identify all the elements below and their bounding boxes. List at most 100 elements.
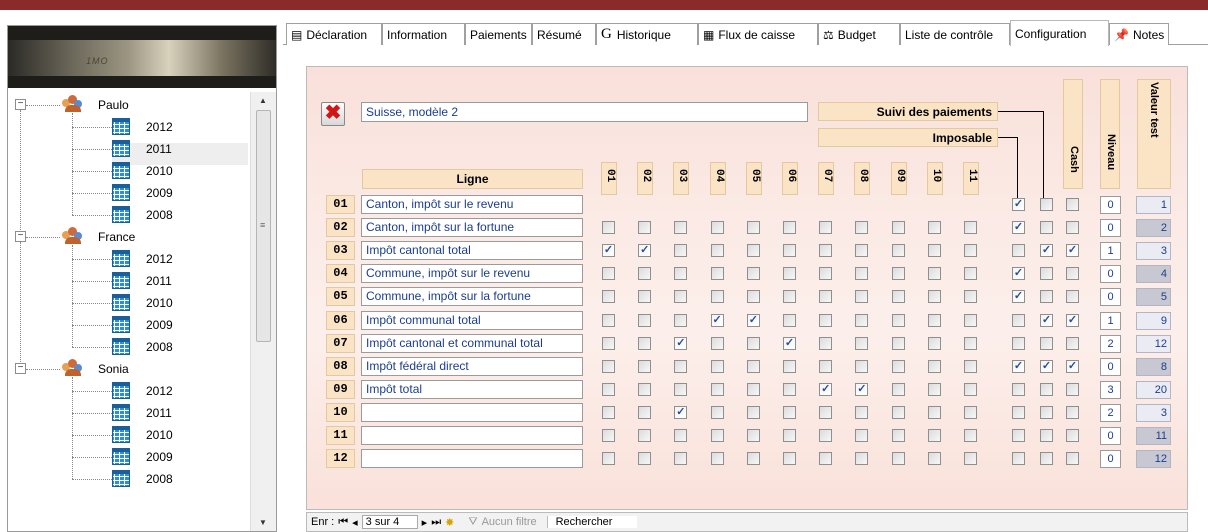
- column-checkbox[interactable]: [964, 429, 977, 442]
- niveau-field[interactable]: 3: [1100, 380, 1121, 399]
- suivi-checkbox[interactable]: [1040, 382, 1053, 396]
- column-checkbox[interactable]: [891, 336, 905, 350]
- suivi-checkbox[interactable]: ✓: [1040, 313, 1053, 327]
- tree-year-item[interactable]: 2009: [146, 186, 173, 200]
- tab-notes[interactable]: 📌 Notes: [1109, 23, 1169, 45]
- valeur-test-field[interactable]: 12: [1136, 450, 1171, 469]
- filter-status[interactable]: Aucun filtre: [482, 516, 537, 528]
- column-checkbox[interactable]: [927, 313, 941, 327]
- imposable-checkbox[interactable]: [1012, 336, 1025, 350]
- column-checkbox[interactable]: [638, 313, 652, 327]
- column-checkbox[interactable]: [710, 452, 724, 466]
- column-checkbox[interactable]: [638, 382, 652, 396]
- cash-checkbox[interactable]: [1066, 382, 1079, 396]
- scroll-up-arrow-icon[interactable]: ▲: [259, 96, 267, 105]
- column-checkbox[interactable]: [674, 429, 688, 442]
- column-checkbox[interactable]: [891, 405, 905, 419]
- tree-group-label-france[interactable]: France: [98, 230, 135, 244]
- column-checkbox[interactable]: [927, 405, 941, 419]
- column-checkbox[interactable]: [602, 290, 615, 304]
- tree-year-item[interactable]: 2008: [146, 340, 173, 354]
- row-name-field[interactable]: [361, 426, 583, 445]
- first-record-icon[interactable]: ⏮: [338, 516, 348, 529]
- column-checkbox[interactable]: [855, 221, 869, 235]
- valeur-test-field[interactable]: 9: [1136, 311, 1171, 330]
- scroll-down-arrow-icon[interactable]: ▼: [259, 518, 267, 527]
- column-checkbox[interactable]: [710, 359, 724, 373]
- tab-paiements[interactable]: Paiements: [465, 23, 532, 45]
- column-checkbox[interactable]: [855, 290, 869, 304]
- delete-button[interactable]: ✖: [321, 102, 345, 126]
- column-checkbox[interactable]: [746, 359, 760, 373]
- column-checkbox[interactable]: [783, 244, 796, 258]
- column-checkbox[interactable]: [602, 336, 615, 350]
- niveau-field[interactable]: 2: [1100, 334, 1121, 353]
- column-checkbox[interactable]: [783, 313, 796, 327]
- tree-year-item[interactable]: 2010: [146, 428, 173, 442]
- prev-record-icon[interactable]: ◂: [352, 516, 358, 529]
- niveau-field[interactable]: 0: [1100, 288, 1121, 307]
- row-name-field[interactable]: [361, 402, 583, 422]
- suivi-checkbox[interactable]: ✓: [1040, 359, 1053, 373]
- column-checkbox[interactable]: ✓: [674, 336, 688, 350]
- column-checkbox[interactable]: [783, 429, 796, 442]
- column-checkbox[interactable]: [927, 336, 941, 350]
- tree-year-item[interactable]: 2011: [146, 142, 172, 156]
- column-checkbox[interactable]: ✓: [819, 382, 833, 396]
- cash-checkbox[interactable]: ✓: [1066, 313, 1079, 327]
- row-name-field[interactable]: Commune, impôt sur la fortune: [361, 287, 583, 307]
- record-position-field[interactable]: 3 sur 4: [361, 515, 418, 529]
- valeur-test-field[interactable]: 20: [1136, 380, 1171, 399]
- row-name-field[interactable]: Commune, impôt sur le revenu: [361, 264, 583, 284]
- filter-icon[interactable]: ⛛: [468, 516, 477, 529]
- column-checkbox[interactable]: [710, 429, 724, 442]
- column-checkbox[interactable]: [674, 290, 688, 304]
- column-checkbox[interactable]: [927, 452, 941, 466]
- column-checkbox[interactable]: [710, 244, 724, 258]
- column-checkbox[interactable]: [819, 336, 833, 350]
- column-checkbox[interactable]: [674, 221, 688, 235]
- column-checkbox[interactable]: [964, 290, 977, 304]
- valeur-test-field[interactable]: 4: [1136, 265, 1171, 284]
- column-checkbox[interactable]: [964, 313, 977, 327]
- imposable-checkbox[interactable]: [1012, 313, 1025, 327]
- column-checkbox[interactable]: [602, 313, 615, 327]
- cash-checkbox[interactable]: [1066, 429, 1079, 442]
- column-checkbox[interactable]: ✓: [855, 382, 869, 396]
- tab-information[interactable]: Information: [382, 23, 465, 45]
- column-checkbox[interactable]: [819, 429, 833, 442]
- column-checkbox[interactable]: [602, 405, 615, 419]
- column-checkbox[interactable]: [819, 452, 833, 466]
- suivi-checkbox[interactable]: [1040, 452, 1053, 466]
- column-checkbox[interactable]: [819, 359, 833, 373]
- row-name-field[interactable]: Impôt cantonal et communal total: [361, 333, 583, 353]
- tree-year-item[interactable]: 2010: [146, 164, 173, 178]
- column-checkbox[interactable]: [602, 267, 615, 281]
- column-checkbox[interactable]: [891, 359, 905, 373]
- row-name-field[interactable]: Impôt cantonal total: [361, 241, 583, 261]
- tab-d-claration[interactable]: ▤ Déclaration: [286, 23, 382, 45]
- column-checkbox[interactable]: [674, 452, 688, 466]
- column-checkbox[interactable]: [891, 244, 905, 258]
- column-checkbox[interactable]: [746, 429, 760, 442]
- niveau-field[interactable]: 0: [1100, 357, 1121, 376]
- tab-historique[interactable]: G Historique: [596, 23, 698, 45]
- tree-year-item[interactable]: 2009: [146, 450, 173, 464]
- niveau-field[interactable]: 0: [1100, 265, 1121, 284]
- column-checkbox[interactable]: [783, 405, 796, 419]
- row-name-field[interactable]: Canton, impôt sur le revenu: [361, 195, 583, 214]
- column-checkbox[interactable]: [710, 290, 724, 304]
- tab-budget[interactable]: ⚖ Budget: [818, 23, 900, 45]
- column-checkbox[interactable]: ✓: [602, 244, 615, 258]
- column-checkbox[interactable]: [746, 382, 760, 396]
- column-checkbox[interactable]: [891, 452, 905, 466]
- tree-year-item[interactable]: 2012: [146, 252, 173, 266]
- column-checkbox[interactable]: [746, 221, 760, 235]
- valeur-test-field[interactable]: 2: [1136, 219, 1171, 238]
- model-name-field[interactable]: Suisse, modèle 2: [361, 102, 808, 122]
- row-name-field[interactable]: Impôt total: [361, 379, 583, 399]
- column-checkbox[interactable]: [891, 267, 905, 281]
- valeur-test-field[interactable]: 5: [1136, 288, 1171, 307]
- valeur-test-field[interactable]: 3: [1136, 242, 1171, 261]
- tab-r-sum-[interactable]: Résumé: [532, 23, 596, 45]
